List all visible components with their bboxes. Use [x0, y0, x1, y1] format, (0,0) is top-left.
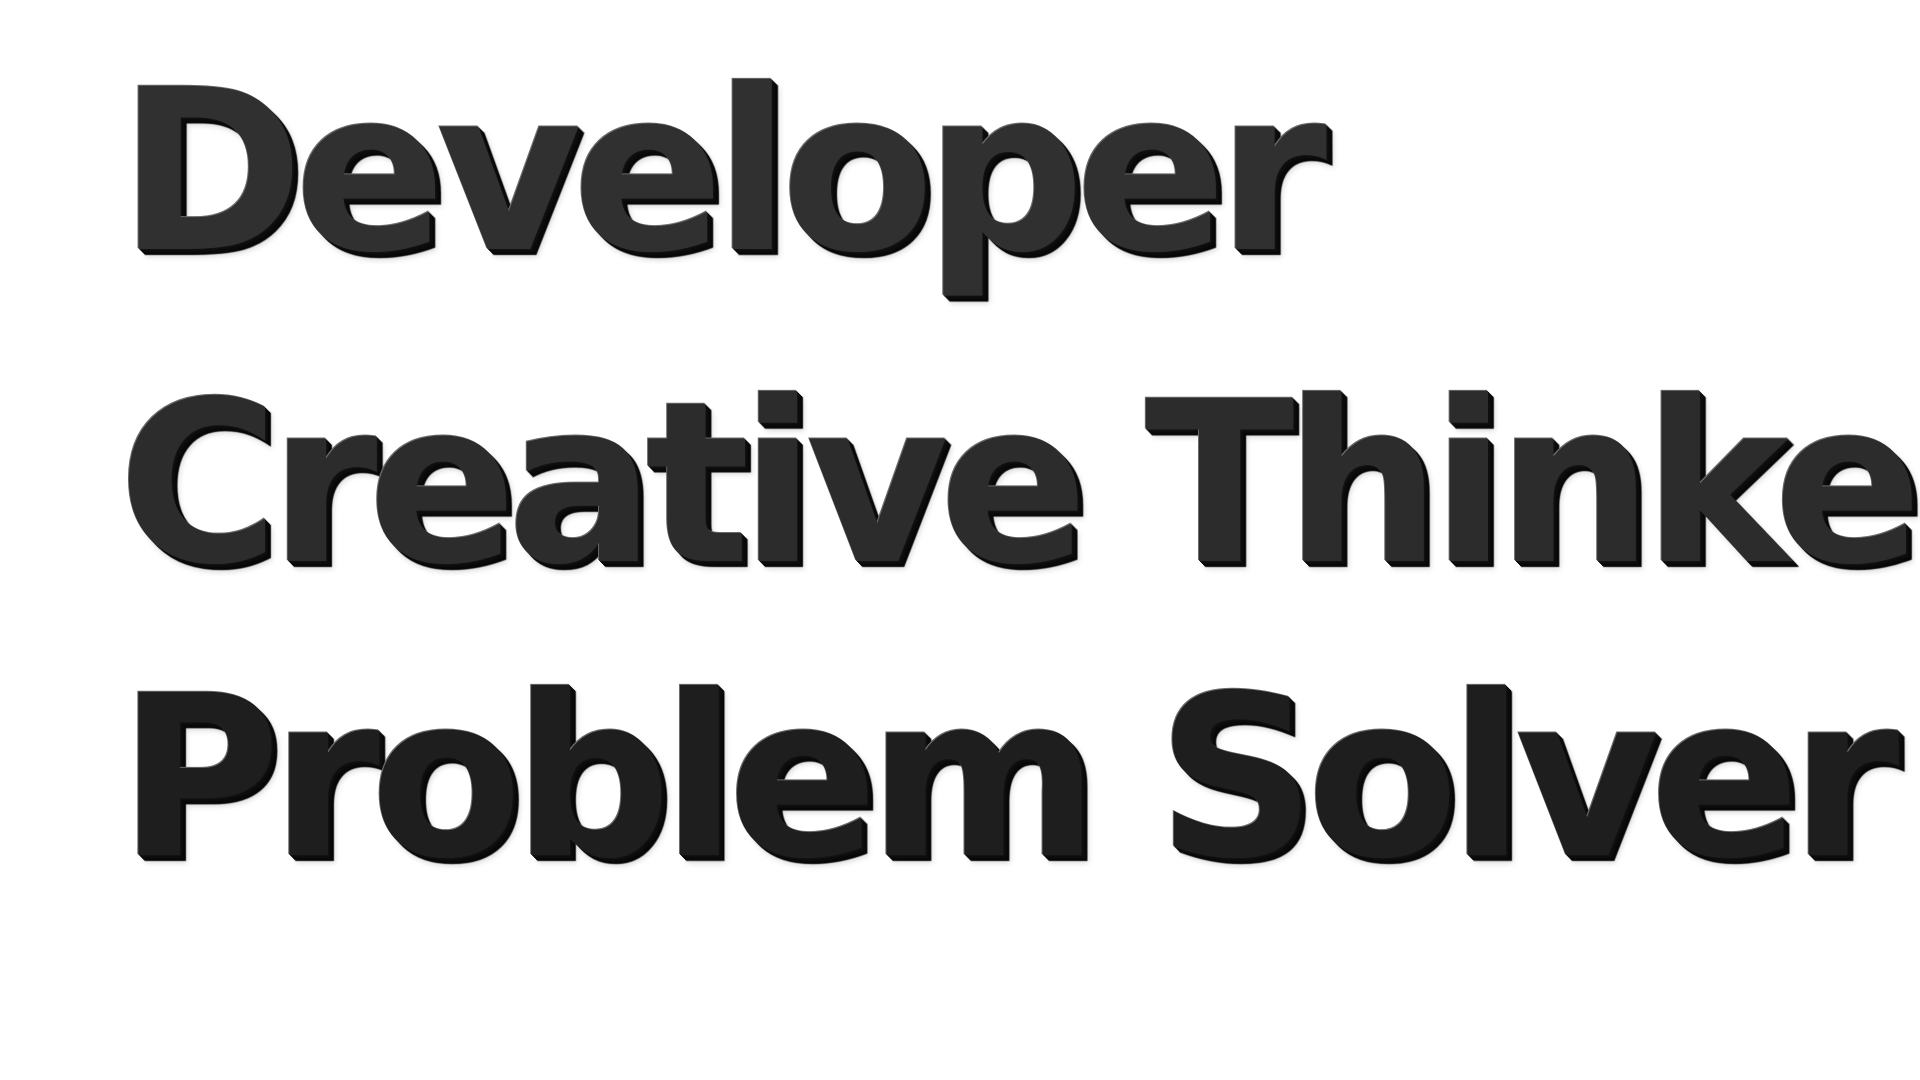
headline-developer: Developer	[118, 41, 1327, 302]
headline-creative-thinker: Creative Thinker	[118, 353, 1920, 614]
headline-problem-solver: Problem Solver	[118, 647, 1899, 908]
title-card: Developer Creative Thinker Problem Solve…	[0, 0, 1920, 1080]
